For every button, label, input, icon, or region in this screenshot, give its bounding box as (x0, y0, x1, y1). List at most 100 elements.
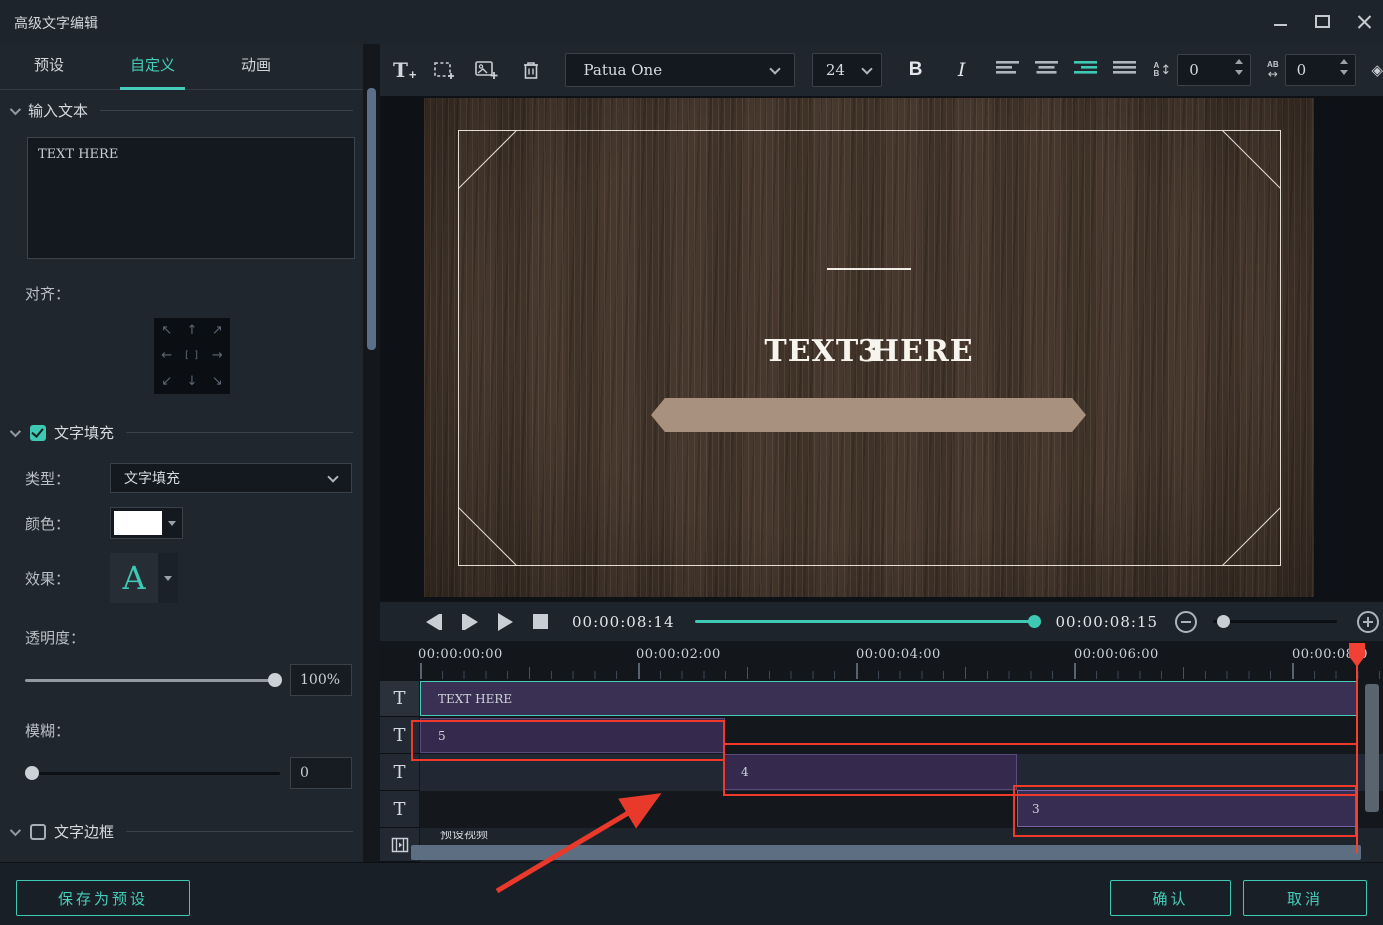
timeline-zoom-slider[interactable] (1213, 620, 1337, 623)
fill-color-picker[interactable] (110, 507, 183, 539)
tab-custom[interactable]: 自定义 (126, 44, 179, 90)
align-bottom-left-button[interactable]: ↙ (154, 369, 179, 394)
align-left-button[interactable] (994, 58, 1021, 83)
zoom-in-button[interactable] (1357, 611, 1379, 633)
alignment-grid: ↖ ↑ ↗ ← [ ] → ↙ ↓ ↘ (154, 318, 230, 394)
opacity-value[interactable]: 100% (290, 664, 352, 696)
ruler-label: 00:00:04:00 (856, 647, 941, 662)
stop-button[interactable] (533, 614, 548, 629)
line-spacing-value: 0 (1189, 61, 1199, 79)
text-fill-checkbox[interactable] (30, 425, 46, 441)
timeline-clip-3[interactable]: 3 (1017, 790, 1357, 827)
line-spacing-input[interactable]: 0 (1177, 54, 1251, 86)
align-top-button[interactable]: ↑ (179, 318, 204, 343)
title-bar: 高级文字编辑 (0, 0, 1383, 44)
align-center-button[interactable] (1033, 58, 1060, 83)
add-textbox-button[interactable] (433, 59, 457, 81)
save-as-preset-button[interactable]: 保存为预设 (16, 880, 190, 916)
font-family-select[interactable]: Patua One (565, 53, 794, 87)
chevron-down-icon[interactable] (10, 103, 21, 114)
keyframe-diamond-icon[interactable]: ◈ (1371, 61, 1383, 79)
blur-slider-handle[interactable] (25, 766, 39, 780)
fill-type-select[interactable]: 文字填充 (110, 463, 352, 493)
timeline-clip-4[interactable]: 4 (723, 754, 1017, 790)
timeline-clip-text-here[interactable]: TEXT HERE (420, 681, 1357, 716)
align-center-button[interactable]: [ ] (179, 343, 204, 368)
previous-frame-button[interactable] (426, 614, 442, 630)
dropdown-arrow-icon[interactable] (162, 508, 182, 538)
italic-button[interactable]: I (950, 59, 974, 81)
align-top-left-button[interactable]: ↖ (154, 318, 179, 343)
editor-region: T+ (380, 44, 1383, 862)
timeline-scrollbar[interactable] (1365, 684, 1379, 812)
letter-spacing-input[interactable]: 0 (1285, 54, 1357, 86)
track-header-text-4[interactable]: T (380, 791, 419, 828)
tab-preset[interactable]: 预设 (30, 44, 68, 90)
align-label: 对齐： (25, 283, 363, 304)
play-button[interactable] (498, 613, 513, 631)
section-divider (126, 432, 353, 433)
track-header-text-2[interactable]: T (380, 717, 419, 754)
dropdown-arrow-icon[interactable] (158, 553, 178, 603)
corner-decoration (1223, 131, 1281, 189)
cancel-button[interactable]: 取消 (1243, 880, 1367, 916)
panel-scrollbar[interactable] (367, 88, 376, 350)
blur-slider[interactable] (25, 772, 280, 775)
preview-overlap-digit[interactable]: 3 (858, 334, 879, 369)
opacity-slider-handle[interactable] (268, 673, 282, 687)
timeline-clip-5[interactable]: 5 (420, 718, 725, 753)
next-frame-button[interactable] (462, 614, 478, 630)
text-border-section-title: 文字边框 (54, 821, 114, 842)
trash-icon (521, 59, 541, 81)
confirm-button[interactable]: 确认 (1110, 880, 1231, 916)
fill-color-label: 颜色： (25, 513, 110, 534)
seek-slider-handle[interactable] (1028, 615, 1041, 628)
seek-slider[interactable] (695, 620, 1039, 623)
opacity-slider[interactable] (25, 679, 280, 682)
track-header-text-1[interactable]: T (380, 681, 419, 717)
text-fill-section-title: 文字填充 (54, 422, 114, 443)
current-time: 00:00:08:14 (572, 613, 675, 631)
minimize-button[interactable] (1271, 12, 1291, 32)
text-border-checkbox[interactable] (30, 824, 46, 840)
opacity-label: 透明度： (25, 627, 363, 648)
text-content-input[interactable]: TEXT HERE (27, 137, 355, 259)
blur-value[interactable]: 0 (290, 757, 352, 789)
spinner-arrows[interactable] (1235, 59, 1243, 75)
effect-letter-preview: A (110, 553, 158, 603)
fill-effect-label: 效果： (25, 568, 110, 589)
chevron-down-icon[interactable] (10, 824, 21, 835)
align-right-button[interactable] (1072, 58, 1099, 83)
tab-bar: 预设 自定义 动画 (0, 44, 363, 90)
align-left-button[interactable]: ← (154, 343, 179, 368)
ruler-ticks (420, 663, 1383, 679)
video-preview-canvas[interactable]: TEXT HERE 3 (424, 98, 1314, 597)
video-clip-label: 预设视频 (440, 831, 560, 844)
maximize-button[interactable] (1313, 12, 1333, 32)
close-button[interactable] (1355, 12, 1375, 32)
spinner-arrows[interactable] (1340, 59, 1348, 75)
align-top-right-button[interactable]: ↗ (205, 318, 230, 343)
add-text-button[interactable]: T+ (393, 58, 416, 82)
align-right-button[interactable]: → (205, 343, 230, 368)
chevron-down-icon (861, 63, 872, 74)
fill-effect-picker[interactable]: A (110, 553, 178, 603)
font-size-select[interactable]: 24 (812, 53, 882, 87)
bold-button[interactable]: B (904, 59, 928, 81)
timeline-zoom-handle[interactable] (1217, 615, 1230, 628)
banner-graphic[interactable] (651, 398, 1086, 432)
align-center-icon (1033, 58, 1060, 78)
align-bottom-right-button[interactable]: ↘ (205, 369, 230, 394)
delete-button[interactable] (521, 59, 541, 81)
video-clip-bar[interactable] (411, 845, 1361, 860)
tab-animation[interactable]: 动画 (237, 44, 275, 90)
chevron-down-icon[interactable] (10, 425, 21, 436)
maximize-icon (1315, 15, 1330, 28)
track-header-text-3[interactable]: T (380, 754, 419, 791)
letter-spacing-value: 0 (1297, 61, 1307, 79)
justify-button[interactable] (1111, 58, 1138, 83)
ruler-label: 00:00:02:00 (636, 647, 721, 662)
add-image-button[interactable] (474, 59, 500, 81)
align-bottom-button[interactable]: ↓ (179, 369, 204, 394)
zoom-out-button[interactable] (1175, 611, 1197, 633)
